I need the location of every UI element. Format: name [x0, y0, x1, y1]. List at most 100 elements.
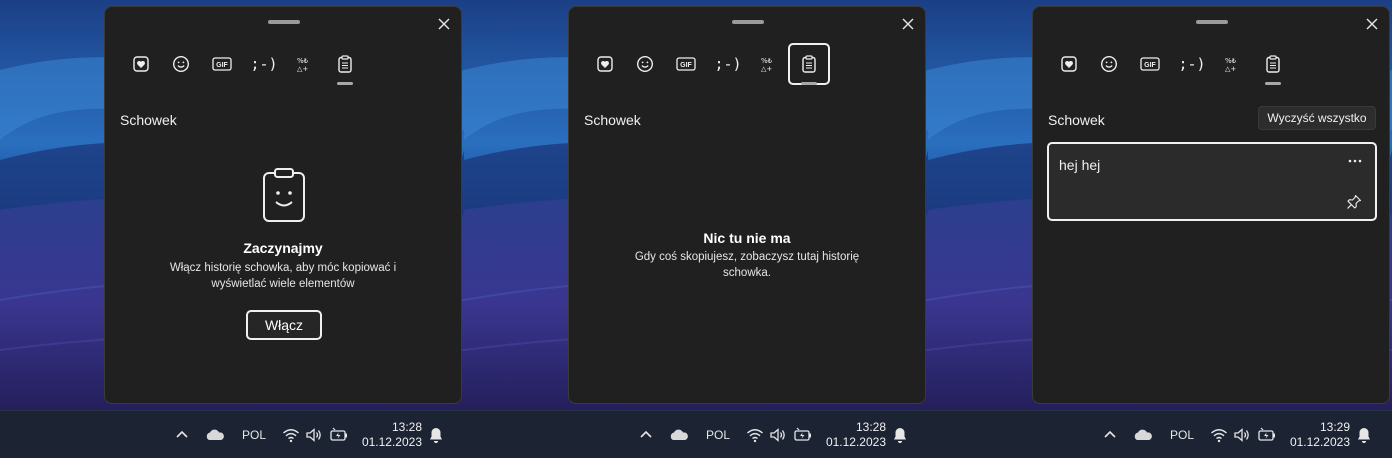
tab-clipboard[interactable]: [324, 43, 366, 85]
clock-date: 01.12.2023: [1289, 435, 1350, 449]
gif-icon: GIF: [1140, 57, 1160, 71]
onedrive-cloud-icon[interactable]: [204, 426, 226, 444]
gif-label: GIF: [680, 62, 692, 69]
emoji-icon: [1100, 55, 1118, 73]
chevron-up-icon[interactable]: [636, 425, 656, 445]
clipboard-icon: [802, 55, 816, 73]
battery-charging-icon[interactable]: [793, 425, 813, 445]
tab-clipboard[interactable]: [1252, 43, 1294, 85]
symbols-icon: %₺△+: [1225, 57, 1237, 73]
tab-kaomoji[interactable]: ;-): [707, 43, 749, 85]
symbols-icon: %₺△+: [297, 57, 309, 73]
tab-gif[interactable]: GIF: [201, 43, 243, 85]
section-title: Schowek: [120, 112, 177, 128]
svg-text:%₺: %₺: [1225, 57, 1237, 65]
onedrive-cloud-icon[interactable]: [1132, 426, 1154, 444]
clipboard-smiley-icon: [263, 168, 305, 222]
tab-favorites[interactable]: [120, 43, 162, 85]
tab-emoji[interactable]: [1088, 43, 1130, 85]
clock[interactable]: 13:29 01.12.2023: [1288, 420, 1350, 450]
heart-icon: [597, 56, 613, 72]
clock-date: 01.12.2023: [825, 435, 886, 449]
gif-label: GIF: [1144, 62, 1156, 69]
volume-icon[interactable]: [1233, 426, 1251, 444]
clipboard-item-text: hej hej: [1059, 157, 1101, 173]
svg-text:△+: △+: [761, 65, 772, 73]
empty-state-description: Gdy coś skopiujesz, zobaczysz tutaj hist…: [634, 251, 860, 279]
tab-favorites[interactable]: [1048, 43, 1090, 85]
svg-text:△+: △+: [297, 65, 308, 73]
close-button[interactable]: [435, 15, 453, 33]
wifi-icon[interactable]: [746, 426, 764, 444]
notification-bell-icon[interactable]: [428, 426, 444, 444]
taskbar: POL 13:29 01.12.2023: [928, 410, 1392, 458]
svg-text:%₺: %₺: [297, 57, 309, 65]
tab-symbols[interactable]: %₺ △+: [284, 43, 326, 85]
close-button[interactable]: [1363, 15, 1381, 33]
clear-all-button[interactable]: Wyczyść wszystko: [1258, 106, 1376, 130]
kaomoji-icon: ;-): [714, 55, 742, 73]
input-language-indicator[interactable]: POL: [242, 428, 266, 442]
empty-state-heading: Zaczynajmy: [243, 240, 323, 256]
tab-gif[interactable]: GIF: [665, 43, 707, 85]
close-icon: [902, 18, 914, 30]
panel-drag-handle[interactable]: [268, 20, 300, 24]
clock-time: 13:28: [855, 420, 886, 434]
onedrive-cloud-icon[interactable]: [668, 426, 690, 444]
enable-history-button[interactable]: Włącz: [246, 310, 322, 340]
active-tab-indicator: [801, 82, 817, 85]
tab-kaomoji[interactable]: ;-): [1171, 43, 1213, 85]
chevron-up-icon[interactable]: [1100, 425, 1120, 445]
close-icon: [1366, 18, 1378, 30]
tab-emoji[interactable]: [160, 43, 202, 85]
pin-icon[interactable]: [1346, 194, 1362, 210]
tab-kaomoji[interactable]: ;-): [243, 43, 285, 85]
battery-charging-icon[interactable]: [1257, 425, 1277, 445]
input-language-indicator[interactable]: POL: [1170, 428, 1194, 442]
tab-emoji[interactable]: [624, 43, 666, 85]
panel-drag-handle[interactable]: [1196, 20, 1228, 24]
clock-time: 13:29: [1319, 420, 1350, 434]
active-tab-indicator: [1265, 82, 1281, 85]
tab-symbols[interactable]: %₺ △+: [748, 43, 790, 85]
clock[interactable]: 13:28 01.12.2023: [360, 420, 422, 450]
section-title: Schowek: [584, 112, 641, 128]
kaomoji-icon: ;-): [1178, 55, 1206, 73]
notification-bell-icon[interactable]: [1356, 426, 1372, 444]
tab-favorites[interactable]: [584, 43, 626, 85]
heart-icon: [133, 56, 149, 72]
tab-symbols[interactable]: %₺ △+: [1212, 43, 1254, 85]
panel-drag-handle[interactable]: [732, 20, 764, 24]
emoji-clipboard-panel: GIF ;-) %₺ △+ Schowek Zaczynajmy Włącz hi…: [104, 6, 462, 404]
tab-gif[interactable]: GIF: [1129, 43, 1171, 85]
tab-clipboard[interactable]: [788, 43, 830, 85]
heart-icon: [1061, 56, 1077, 72]
notification-bell-icon[interactable]: [892, 426, 908, 444]
volume-icon[interactable]: [305, 426, 323, 444]
emoji-clipboard-panel: GIF ;-) %₺ △+ Schowek Nic tu nie ma Gdy c…: [568, 6, 926, 404]
kaomoji-icon: ;-): [250, 55, 278, 73]
gif-icon: GIF: [212, 57, 232, 71]
empty-state-heading: Nic tu nie ma: [703, 230, 791, 246]
taskbar: POL 13:28 01.12.2023: [0, 410, 464, 458]
wifi-icon[interactable]: [1210, 426, 1228, 444]
volume-icon[interactable]: [769, 426, 787, 444]
input-language-indicator[interactable]: POL: [706, 428, 730, 442]
wifi-icon[interactable]: [282, 426, 300, 444]
close-button[interactable]: [899, 15, 917, 33]
screen-clipboard-disabled: GIF ;-) %₺ △+ Schowek Zaczynajmy Włącz hi…: [0, 0, 464, 458]
clipboard-icon: [338, 55, 352, 73]
taskbar: POL 13:28 01.12.2023: [464, 410, 928, 458]
clock[interactable]: 13:28 01.12.2023: [824, 420, 886, 450]
chevron-up-icon[interactable]: [172, 425, 192, 445]
more-options-icon[interactable]: [1345, 154, 1365, 168]
svg-text:%₺: %₺: [761, 57, 773, 65]
emoji-icon: [172, 55, 190, 73]
screen-clipboard-empty: GIF ;-) %₺ △+ Schowek Nic tu nie ma Gdy c…: [464, 0, 928, 458]
gif-icon: GIF: [676, 57, 696, 71]
clipboard-item[interactable]: hej hej: [1047, 142, 1377, 221]
battery-charging-icon[interactable]: [329, 425, 349, 445]
section-title: Schowek: [1048, 112, 1105, 128]
clock-date: 01.12.2023: [361, 435, 422, 449]
clipboard-icon: [1266, 55, 1280, 73]
